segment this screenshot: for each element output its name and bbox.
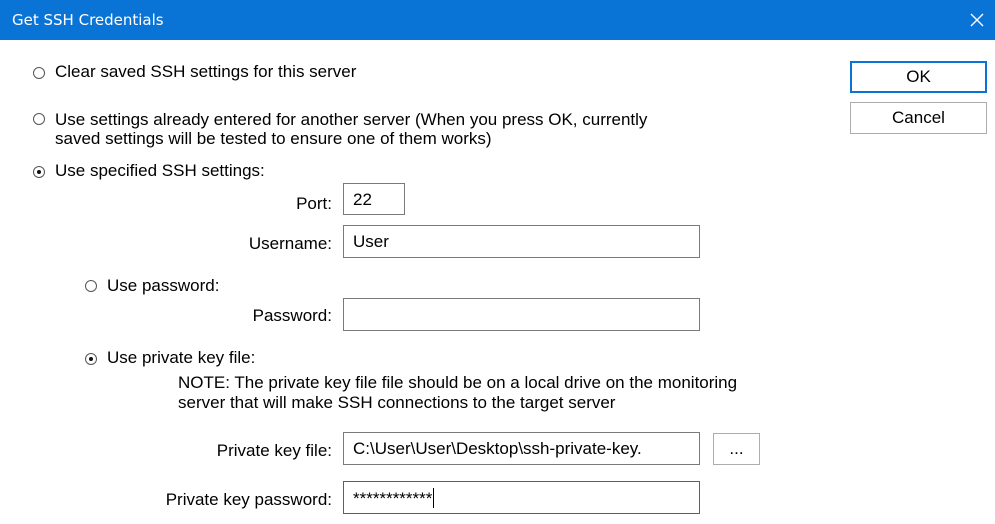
private-key-file-input[interactable]: C:\User\User\Desktop\ssh-private-key. [343,432,700,465]
private-key-file-label: Private key file: [216,441,332,460]
window-title: Get SSH Credentials [12,11,164,29]
username-label: Username: [248,234,332,253]
close-button[interactable] [963,6,991,34]
password-label: Password: [252,306,332,325]
note-line2: server that will make SSH connections to… [178,393,616,412]
username-input[interactable]: User [343,225,700,258]
other-server-label-line1: Use settings already entered for another… [55,110,648,129]
note-line1: NOTE: The private key file file should b… [178,373,738,392]
use-password-radio[interactable] [85,280,97,292]
private-key-password-label: Private key password: [165,490,332,509]
clear-settings-radio[interactable] [33,67,45,79]
port-label: Port: [296,194,332,213]
ok-button[interactable]: OK [850,61,987,93]
private-key-password-input[interactable]: ************ [343,481,700,514]
private-key-password-value: ************ [353,489,433,508]
text-caret [433,488,435,508]
cancel-button[interactable]: Cancel [850,102,987,134]
other-server-radio[interactable] [33,113,45,125]
browse-button[interactable]: ... [713,433,760,465]
specified-settings-label: Use specified SSH settings: [55,161,265,180]
use-key-label: Use private key file: [107,348,256,367]
port-input[interactable]: 22 [343,183,405,215]
password-input[interactable] [343,298,700,331]
clear-settings-label: Clear saved SSH settings for this server [55,62,357,81]
title-bar: Get SSH Credentials [0,0,995,40]
use-password-label: Use password: [107,276,220,295]
use-key-radio[interactable] [85,353,97,365]
specified-settings-radio[interactable] [33,166,45,178]
close-icon [970,13,984,27]
other-server-label-line2: saved settings will be tested to ensure … [55,129,492,148]
